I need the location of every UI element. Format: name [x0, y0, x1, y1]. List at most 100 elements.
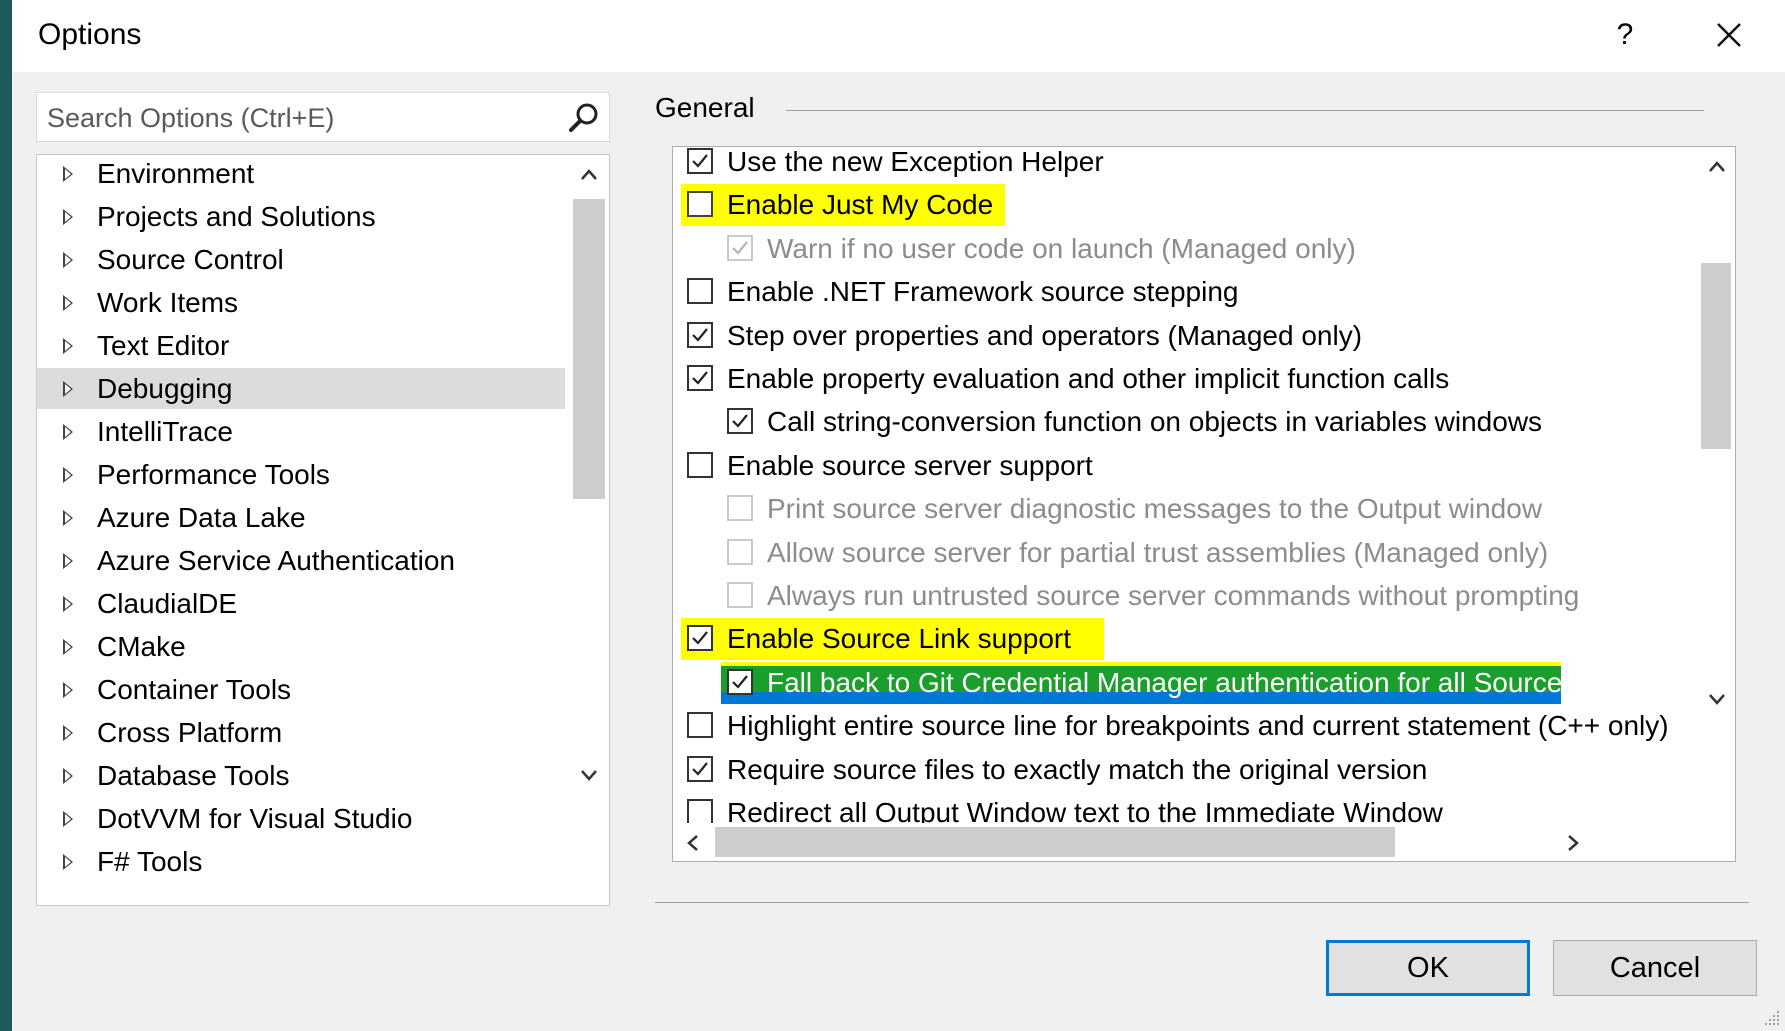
expand-arrow-icon[interactable] — [63, 252, 73, 268]
checkbox-unchecked[interactable] — [687, 191, 713, 218]
tree-item-label: Environment — [97, 158, 255, 189]
expand-arrow-icon[interactable] — [63, 639, 73, 655]
expand-arrow-icon[interactable] — [63, 510, 73, 526]
tree-item[interactable]: Azure Data Lake — [37, 497, 565, 538]
checkbox-unchecked[interactable] — [687, 278, 713, 305]
checkbox-unchecked — [727, 538, 753, 565]
expand-arrow-icon[interactable] — [63, 381, 73, 397]
tree-scrollbar[interactable] — [569, 155, 609, 905]
checkmark-icon — [692, 761, 708, 776]
window-title: Options — [38, 18, 142, 51]
tree-item[interactable]: Container Tools — [37, 669, 565, 710]
tree-item[interactable]: Projects and Solutions — [37, 196, 565, 237]
option-label: Enable source server support — [727, 449, 1093, 481]
option-label: Highlight entire source line for breakpo… — [727, 710, 1669, 742]
option-label: Warn if no user code on launch (Managed … — [767, 232, 1356, 264]
options-vscroll-thumb[interactable] — [1701, 263, 1731, 449]
expand-arrow-icon[interactable] — [63, 854, 73, 870]
expand-arrow-icon[interactable] — [63, 768, 73, 784]
help-button[interactable]: ? — [1605, 12, 1645, 58]
tree-item[interactable]: Source Control — [37, 239, 565, 280]
checkbox-unchecked — [727, 495, 753, 522]
checkbox-checked[interactable] — [727, 668, 753, 695]
expand-arrow-icon[interactable] — [63, 596, 73, 612]
checkbox-checked[interactable] — [687, 321, 713, 348]
tree-scroll-thumb[interactable] — [573, 199, 605, 499]
options-horizontal-scrollbar[interactable] — [673, 823, 1699, 861]
tree-item[interactable]: Work Items — [37, 282, 565, 323]
checkbox-checked[interactable] — [687, 365, 713, 391]
tree-item-label: Container Tools — [97, 674, 292, 705]
option-label: Use the new Exception Helper — [727, 146, 1104, 177]
tree-item[interactable]: F# Tools — [37, 841, 565, 882]
checkbox-checked[interactable] — [687, 148, 713, 174]
footer-divider — [655, 902, 1749, 903]
checkmark-icon — [692, 371, 708, 385]
chevron-right-icon[interactable] — [1553, 823, 1593, 862]
checkmark-icon — [732, 241, 748, 255]
expand-arrow-icon[interactable] — [63, 553, 73, 569]
tree-item-label: Text Editor — [97, 330, 230, 361]
expand-arrow-icon[interactable] — [63, 467, 73, 483]
tree-item[interactable]: DotVVM for Visual Studio — [37, 798, 565, 839]
checkbox-checked[interactable] — [687, 755, 713, 782]
cancel-button[interactable]: Cancel — [1553, 940, 1757, 996]
checkmark-icon — [692, 154, 708, 168]
resize-grip-icon[interactable] — [1763, 1009, 1781, 1027]
tree-item[interactable]: Debugging — [37, 368, 565, 409]
tree-item[interactable]: ClaudialDE — [37, 583, 565, 624]
checkmark-icon — [732, 414, 748, 429]
tree-item-label: IntelliTrace — [97, 416, 233, 447]
general-options-list[interactable]: Use the new Exception Helper Enable Just … — [672, 146, 1736, 862]
tree-item-label: DotVVM for Visual Studio — [97, 803, 413, 834]
expand-arrow-icon[interactable] — [63, 166, 73, 182]
checkbox-unchecked — [727, 582, 753, 608]
close-button[interactable] — [1704, 10, 1754, 60]
tree-item[interactable]: IntelliTrace — [37, 411, 565, 452]
expand-arrow-icon[interactable] — [63, 682, 73, 698]
checkbox-checked[interactable] — [687, 625, 713, 652]
option-label: Print source server diagnostic messages … — [767, 493, 1543, 525]
checkbox-unchecked[interactable] — [687, 799, 713, 825]
checkmark-icon — [732, 675, 748, 689]
tree-item[interactable]: Cross Platform — [37, 712, 565, 753]
chevron-down-icon[interactable] — [1697, 679, 1736, 719]
expand-arrow-icon[interactable] — [63, 725, 73, 741]
tree-item-label: Projects and Solutions — [97, 201, 376, 232]
tree-item-label: F# Tools — [97, 846, 203, 877]
option-label: Require source files to exactly match th… — [727, 753, 1428, 785]
checkbox-checked[interactable] — [727, 408, 753, 435]
ok-button[interactable]: OK — [1326, 940, 1530, 996]
chevron-up-icon[interactable] — [569, 155, 609, 195]
chevron-down-icon[interactable] — [569, 755, 609, 795]
checkbox-checked — [727, 234, 753, 261]
expand-arrow-icon[interactable] — [63, 338, 73, 354]
tree-item[interactable]: Text Editor — [37, 325, 565, 366]
window-edge — [0, 0, 12, 1031]
tree-item-label: Performance Tools — [97, 459, 330, 490]
tree-item-label: Debugging — [97, 373, 233, 404]
option-label: Enable Just My Code — [727, 189, 994, 221]
tree-item[interactable]: Database Tools — [37, 755, 565, 796]
search-input[interactable] — [45, 99, 559, 137]
expand-arrow-icon[interactable] — [63, 811, 73, 827]
chevron-up-icon[interactable] — [1697, 147, 1736, 187]
expand-arrow-icon[interactable] — [63, 295, 73, 311]
tree-item[interactable]: Azure Service Authentication — [37, 540, 565, 581]
checkbox-unchecked[interactable] — [687, 712, 713, 739]
expand-arrow-icon[interactable] — [63, 209, 73, 225]
tree-item[interactable]: CMake — [37, 626, 565, 667]
search-icon[interactable] — [567, 101, 601, 135]
checkbox-unchecked[interactable] — [687, 451, 713, 478]
option-label: Enable property evaluation and other imp… — [727, 363, 1450, 394]
tree-item-label: Work Items — [97, 287, 239, 318]
options-tree[interactable]: Environment Projects and Solutions Source … — [36, 154, 610, 906]
chevron-left-icon[interactable] — [673, 823, 713, 862]
tree-item[interactable]: Performance Tools — [37, 454, 565, 495]
options-vertical-scrollbar[interactable] — [1697, 147, 1735, 825]
options-hscroll-thumb[interactable] — [715, 827, 1395, 857]
tree-item-label: Azure Service Authentication — [97, 545, 455, 576]
tree-item-label: Azure Data Lake — [97, 502, 306, 533]
tree-item[interactable]: Environment — [37, 155, 565, 194]
expand-arrow-icon[interactable] — [63, 424, 73, 440]
